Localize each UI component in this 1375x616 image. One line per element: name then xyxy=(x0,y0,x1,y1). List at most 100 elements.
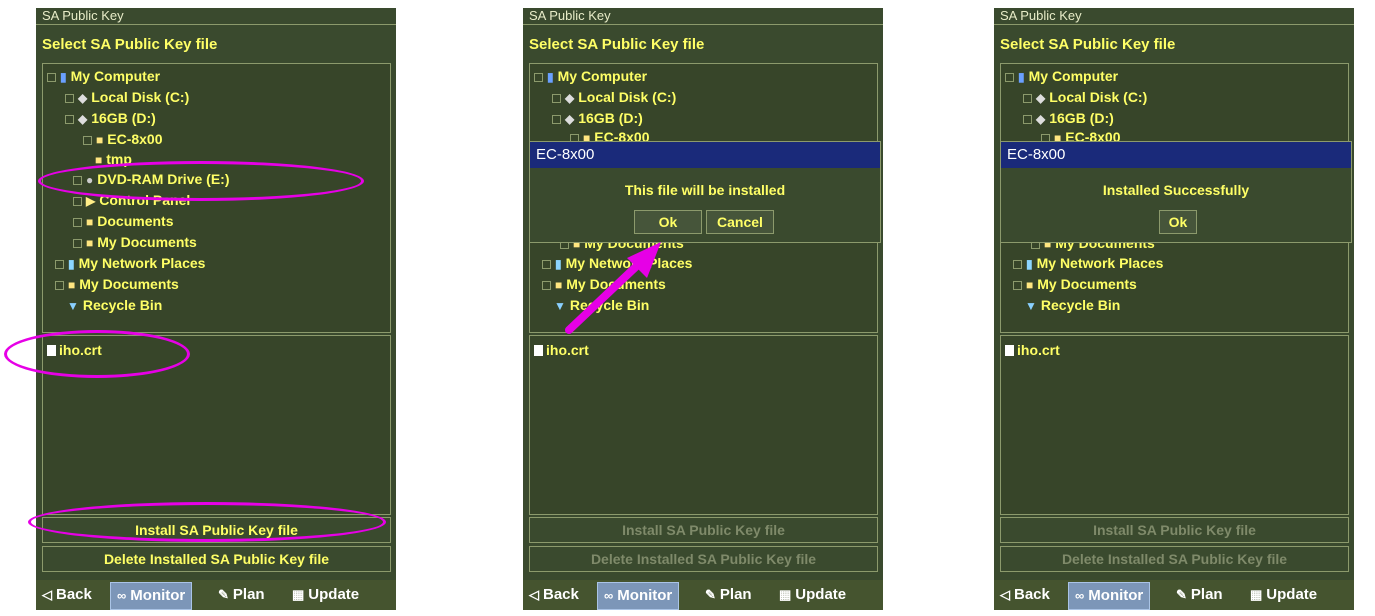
file-item-iho-crt[interactable]: iho.crt xyxy=(1005,342,1060,358)
sa-public-key-panel-1: SA Public Key Select SA Public Key file … xyxy=(4,8,396,610)
collapse-icon[interactable] xyxy=(1005,72,1014,82)
tree-item-my-documents-root[interactable]: ■ My Documents xyxy=(1013,275,1137,294)
install-key-button: Install SA Public Key file xyxy=(529,517,878,543)
ok-button[interactable]: Ok xyxy=(1159,210,1197,234)
update-icon: ▦ xyxy=(779,587,792,602)
delete-key-button: Delete Installed SA Public Key file xyxy=(1000,546,1349,572)
update-button[interactable]: ▦ Update xyxy=(286,582,365,608)
ok-button[interactable]: Ok xyxy=(634,210,702,234)
expand-icon[interactable] xyxy=(1013,259,1022,269)
back-arrow-icon: ◁ xyxy=(529,587,539,602)
dialog-message: This file will be installed xyxy=(624,182,786,198)
highlight-install-button xyxy=(28,502,386,542)
binoculars-icon: ∞ xyxy=(604,588,614,603)
expand-icon[interactable] xyxy=(73,238,82,248)
select-file-heading: Select SA Public Key file xyxy=(1000,36,1176,53)
tree-item-recycle-bin[interactable]: ▼ Recycle Bin xyxy=(1025,296,1120,315)
file-list[interactable]: iho.crt xyxy=(1000,335,1349,515)
select-file-heading: Select SA Public Key file xyxy=(42,36,218,53)
expand-icon[interactable] xyxy=(1013,280,1022,290)
expand-icon[interactable] xyxy=(552,93,561,103)
highlight-file xyxy=(4,330,190,378)
tree-item-16gb[interactable]: ◆ 16GB (D:) xyxy=(1023,109,1114,128)
expand-icon[interactable] xyxy=(542,280,551,290)
monitor-button[interactable]: ∞ Monitor xyxy=(110,582,193,610)
computer-icon: ▮ xyxy=(547,70,554,84)
tree-item-local-disk[interactable]: ◆ Local Disk (C:) xyxy=(552,88,676,107)
folder-icon: ■ xyxy=(86,215,94,229)
tree-item-my-computer[interactable]: ▮ My Computer xyxy=(47,67,160,86)
back-arrow-icon: ◁ xyxy=(1000,587,1010,602)
sa-public-key-panel-2: SA Public Key Select SA Public Key file … xyxy=(523,8,883,610)
tree-item-network-places[interactable]: ▮ My Network Places xyxy=(1013,254,1163,273)
dialog-title: EC-8x00 xyxy=(530,142,880,168)
collapse-icon[interactable] xyxy=(47,72,56,82)
update-icon: ▦ xyxy=(292,587,305,602)
expand-icon[interactable] xyxy=(1023,93,1032,103)
collapse-icon[interactable] xyxy=(65,114,74,124)
expand-icon[interactable] xyxy=(83,135,92,145)
tree-item-local-disk[interactable]: ◆ Local Disk (C:) xyxy=(1023,88,1147,107)
file-list[interactable]: iho.crt xyxy=(529,335,878,515)
install-key-button: Install SA Public Key file xyxy=(1000,517,1349,543)
recycle-bin-icon: ▼ xyxy=(1025,299,1037,313)
disk-icon: ◆ xyxy=(565,112,575,126)
tree-item-my-computer[interactable]: ▮ My Computer xyxy=(534,67,647,86)
folder-icon: ■ xyxy=(1026,278,1034,292)
sa-public-key-panel-3: SA Public Key Select SA Public Key file … xyxy=(994,8,1354,610)
back-button[interactable]: ◁ Back xyxy=(36,582,98,608)
delete-key-button[interactable]: Delete Installed SA Public Key file xyxy=(42,546,391,572)
recycle-bin-icon: ▼ xyxy=(67,299,79,313)
plan-icon: ✎ xyxy=(705,587,716,602)
monitor-button[interactable]: ∞ Monitor xyxy=(1068,582,1151,610)
tree-item-recycle-bin[interactable]: ▼ Recycle Bin xyxy=(67,296,162,315)
collapse-icon[interactable] xyxy=(552,114,561,124)
cancel-button[interactable]: Cancel xyxy=(706,210,774,234)
expand-icon[interactable] xyxy=(542,259,551,269)
disk-icon: ◆ xyxy=(78,112,88,126)
monitor-button[interactable]: ∞ Monitor xyxy=(597,582,680,610)
expand-icon[interactable] xyxy=(55,259,64,269)
tree-item-documents[interactable]: ■ Documents xyxy=(73,212,173,231)
tree-item-my-documents-root[interactable]: ■ My Documents xyxy=(55,275,179,294)
update-button[interactable]: ▦ Update xyxy=(773,582,852,608)
collapse-icon[interactable] xyxy=(1023,114,1032,124)
tree-item-network-places[interactable]: ▮ My Network Places xyxy=(55,254,205,273)
tree-item-local-disk[interactable]: ◆ Local Disk (C:) xyxy=(65,88,189,107)
tree-item-my-computer[interactable]: ▮ My Computer xyxy=(1005,67,1118,86)
panel-title: SA Public Key xyxy=(994,8,1354,25)
update-button[interactable]: ▦ Update xyxy=(1244,582,1323,608)
expand-icon[interactable] xyxy=(73,196,82,206)
dialog-title: EC-8x00 xyxy=(1001,142,1351,168)
back-button[interactable]: ◁ Back xyxy=(994,582,1056,608)
folder-icon: ■ xyxy=(86,236,94,250)
back-button[interactable]: ◁ Back xyxy=(523,582,585,608)
expand-icon[interactable] xyxy=(65,93,74,103)
file-item-iho-crt[interactable]: iho.crt xyxy=(534,342,589,358)
expand-icon[interactable] xyxy=(55,280,64,290)
computer-icon: ▮ xyxy=(60,70,67,84)
select-file-heading: Select SA Public Key file xyxy=(529,36,705,53)
binoculars-icon: ∞ xyxy=(117,588,127,603)
bottom-nav-bar: ◁ Back ∞ Monitor ✎ Plan ▦ Update xyxy=(994,580,1354,610)
plan-button[interactable]: ✎ Plan xyxy=(212,582,271,608)
disk-icon: ◆ xyxy=(78,91,88,105)
tree-item-my-documents[interactable]: ■ My Documents xyxy=(73,233,197,252)
disk-icon: ◆ xyxy=(565,91,575,105)
install-confirm-dialog: EC-8x00 This file will be installed Ok C… xyxy=(529,141,881,243)
collapse-icon[interactable] xyxy=(534,72,543,82)
disk-icon: ◆ xyxy=(1036,112,1046,126)
expand-icon[interactable] xyxy=(73,217,82,227)
plan-button[interactable]: ✎ Plan xyxy=(699,582,758,608)
plan-button[interactable]: ✎ Plan xyxy=(1170,582,1229,608)
install-success-dialog: EC-8x00 Installed Successfully Ok xyxy=(1000,141,1352,243)
tree-item-ec-8x00[interactable]: ■ EC-8x00 xyxy=(83,130,163,149)
computer-icon: ▮ xyxy=(1018,70,1025,84)
file-icon xyxy=(1005,345,1014,356)
file-icon xyxy=(534,345,543,356)
tree-item-16gb[interactable]: ◆ 16GB (D:) xyxy=(552,109,643,128)
binoculars-icon: ∞ xyxy=(1075,588,1085,603)
plan-icon: ✎ xyxy=(218,587,229,602)
tree-item-16gb[interactable]: ◆ 16GB (D:) xyxy=(65,109,156,128)
plan-icon: ✎ xyxy=(1176,587,1187,602)
